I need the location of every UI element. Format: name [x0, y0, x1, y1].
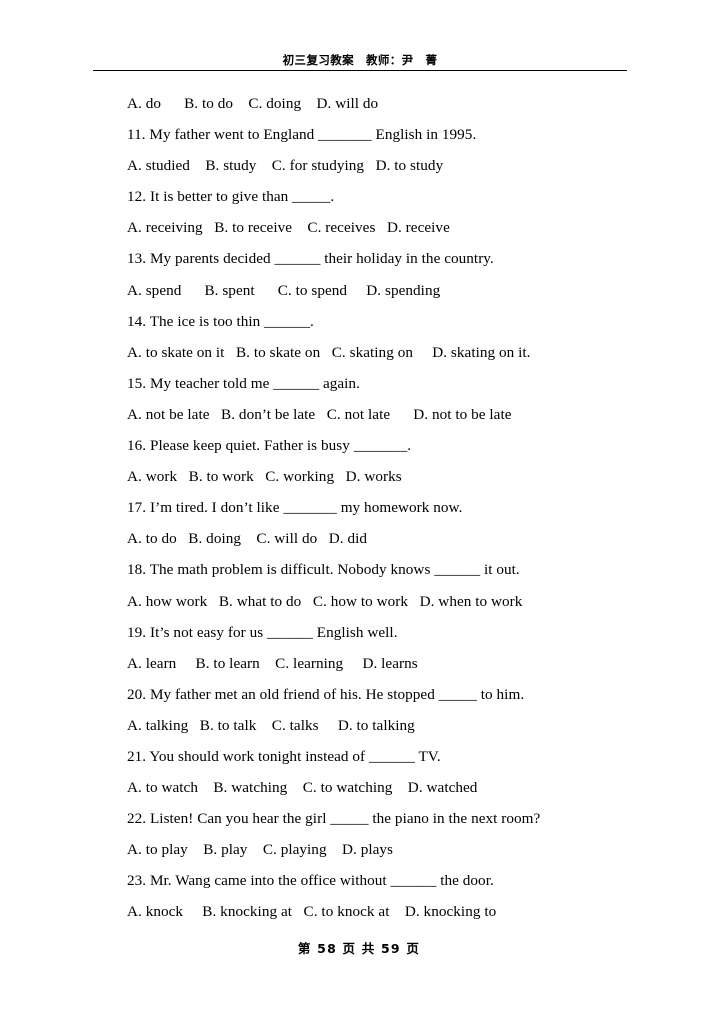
options-line: A. to play B. play C. playing D. plays	[127, 841, 394, 859]
question-line: 12. It is better to give than _____.	[127, 188, 335, 206]
page-header: 初三复习教案 教师：尹 菁	[93, 52, 627, 71]
question-line: 20. My father met an old friend of his. …	[127, 685, 525, 703]
options-line: A. to do B. doing C. will do D. did	[127, 530, 368, 548]
header-title: 初三复习教案 教师：尹 菁	[282, 53, 438, 67]
question-line: 11. My father went to England _______ En…	[127, 126, 477, 144]
question-line: 23. Mr. Wang came into the office withou…	[127, 872, 494, 890]
footer-page-number: 第 58 页 共 59 页	[297, 941, 421, 956]
question-line: 19. It’s not easy for us ______ English …	[127, 623, 398, 641]
document-body: A. do B. to do C. doing D. will do 11. My…	[127, 88, 687, 928]
question-line: 13. My parents decided ______ their holi…	[127, 250, 494, 268]
header-rule	[93, 70, 627, 71]
page-footer: 第 58 页 共 59 页	[0, 938, 718, 958]
question-line: 16. Please keep quiet. Father is busy __…	[127, 437, 412, 455]
options-line: A. not be late B. don’t be late C. not l…	[127, 405, 512, 423]
question-line: 15. My teacher told me ______ again.	[127, 374, 360, 392]
options-line: A. studied B. study C. for studying D. t…	[127, 157, 444, 175]
options-line: A. learn B. to learn C. learning D. lear…	[127, 654, 418, 672]
options-line: A. how work B. what to do C. how to work…	[127, 592, 523, 610]
options-line: A. spend B. spent C. to spend D. spendin…	[127, 281, 441, 299]
options-line: A. to skate on it B. to skate on C. skat…	[127, 343, 531, 361]
question-line: 17. I’m tired. I don’t like _______ my h…	[127, 499, 463, 517]
options-line: A. receiving B. to receive C. receives D…	[127, 219, 450, 237]
question-line: 21. You should work tonight instead of _…	[127, 747, 441, 765]
question-line: 14. The ice is too thin ______.	[127, 312, 314, 330]
options-line: A. work B. to work C. working D. works	[127, 468, 402, 486]
document-page: 初三复习教案 教师：尹 菁 A. do B. to do C. doing D.…	[0, 0, 718, 1021]
options-line: A. talking B. to talk C. talks D. to tal…	[127, 716, 415, 734]
options-line: A. to watch B. watching C. to watching D…	[127, 779, 478, 797]
options-line: A. knock B. knocking at C. to knock at D…	[127, 903, 497, 921]
options-line: A. do B. to do C. doing D. will do	[127, 95, 379, 112]
question-line: 18. The math problem is difficult. Nobod…	[127, 561, 520, 579]
question-line: 22. Listen! Can you hear the girl _____ …	[127, 810, 541, 828]
